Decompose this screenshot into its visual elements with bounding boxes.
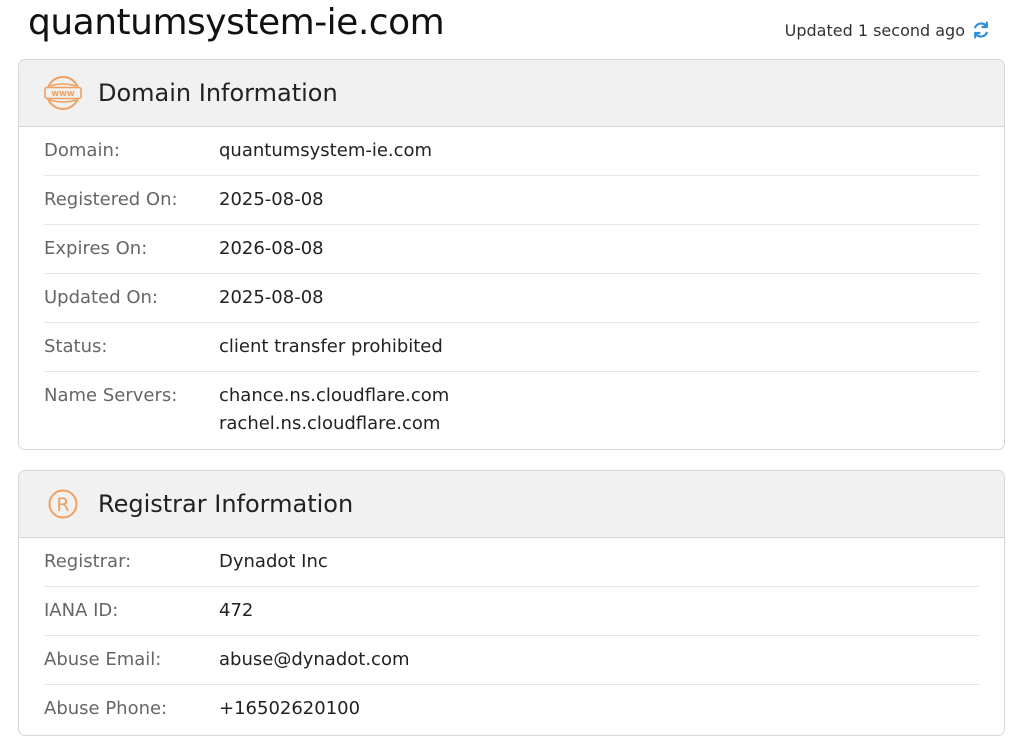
svg-text:R: R (56, 494, 69, 516)
label: Expires On: (44, 238, 148, 259)
registrar-information-rows: Registrar: Dynadot Inc IANA ID: 472 Abus… (19, 538, 1004, 733)
domain-information-title: Domain Information (98, 79, 338, 107)
svg-text:www: www (51, 89, 75, 99)
registered-icon: R (44, 485, 82, 523)
label: Registered On: (44, 189, 178, 210)
row-registered-on: Registered On: 2025-08-08 (44, 176, 979, 225)
updated-text: Updated 1 second ago (784, 20, 965, 40)
row-status: Status: client transfer prohibited (44, 323, 979, 372)
value: abuse@dynadot.com (219, 649, 410, 670)
domain-information-card: www Domain Information Domain: quantumsy… (18, 59, 1005, 450)
label: Updated On: (44, 287, 158, 308)
row-updated-on: Updated On: 2025-08-08 (44, 274, 979, 323)
row-registrar: Registrar: Dynadot Inc (44, 538, 979, 587)
value: 2025-08-08 (219, 189, 324, 210)
row-iana-id: IANA ID: 472 (44, 587, 979, 636)
row-abuse-email: Abuse Email: abuse@dynadot.com (44, 636, 979, 685)
value: client transfer prohibited (219, 336, 443, 357)
label: Name Servers: (44, 385, 178, 406)
row-expires-on: Expires On: 2026-08-08 (44, 225, 979, 274)
value: quantumsystem-ie.com (219, 140, 433, 161)
www-globe-icon: www (44, 74, 82, 112)
value: chance.ns.cloudflare.com rachel.ns.cloud… (219, 372, 449, 434)
registrar-information-header: R Registrar Information (19, 471, 1004, 538)
refresh-icon[interactable] (971, 20, 991, 40)
label: Status: (44, 336, 108, 357)
row-domain: Domain: quantumsystem-ie.com (44, 127, 979, 176)
name-server: rachel.ns.cloudflare.com (219, 413, 441, 434)
domain-information-header: www Domain Information (19, 60, 1004, 127)
label: Registrar: (44, 551, 132, 572)
value: 2026-08-08 (219, 238, 324, 259)
value: 2025-08-08 (219, 287, 324, 308)
value: Dynadot Inc (219, 551, 328, 572)
domain-information-rows: Domain: quantumsystem-ie.com Registered … (19, 127, 1004, 448)
registrar-information-title: Registrar Information (98, 490, 354, 518)
row-name-servers: Name Servers: chance.ns.cloudflare.com r… (44, 372, 979, 448)
label: IANA ID: (44, 600, 119, 621)
label: Abuse Email: (44, 649, 162, 670)
name-server: chance.ns.cloudflare.com (219, 385, 450, 406)
updated-status: Updated 1 second ago (785, 20, 991, 40)
registrar-information-card: R Registrar Information Registrar: Dynad… (18, 470, 1005, 736)
row-abuse-phone: Abuse Phone: +16502620100 (44, 685, 979, 733)
value: +16502620100 (219, 698, 361, 719)
label: Abuse Phone: (44, 698, 168, 719)
page-title: quantumsystem-ie.com (28, 2, 445, 43)
value: 472 (219, 600, 254, 621)
label: Domain: (44, 140, 120, 161)
page-header: quantumsystem-ie.com Updated 1 second ag… (0, 0, 1019, 58)
